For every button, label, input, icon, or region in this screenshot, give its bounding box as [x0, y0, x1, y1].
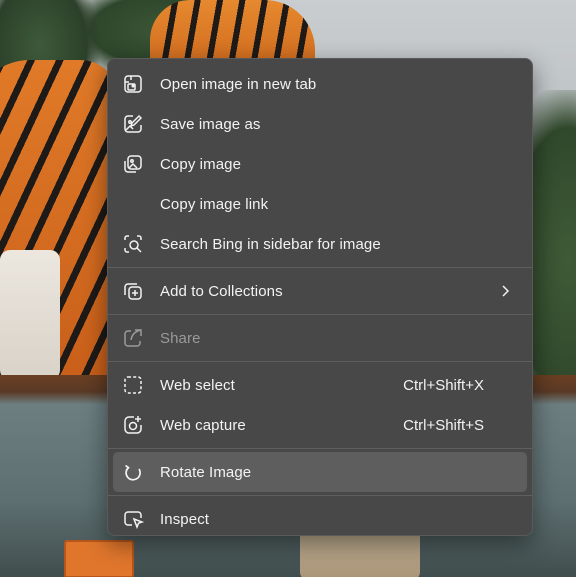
menu-item-rotate-image[interactable]: Rotate Image [113, 452, 527, 492]
context-menu: Open image in new tab Save image as Copy… [107, 58, 533, 536]
menu-separator [108, 495, 532, 496]
rotate-icon [121, 461, 145, 483]
keyboard-shortcut: Ctrl+Shift+X [403, 376, 484, 394]
menu-item-search-bing-sidebar[interactable]: Search Bing in sidebar for image [113, 224, 527, 264]
menu-item-label: Save image as [160, 115, 261, 133]
collections-icon [121, 280, 145, 302]
menu-item-label: Copy image [160, 155, 242, 173]
save-image-icon [121, 113, 145, 135]
menu-item-copy-image[interactable]: Copy image [113, 144, 527, 184]
menu-item-add-to-collections[interactable]: Add to Collections [113, 271, 527, 311]
visual-search-icon [121, 233, 145, 255]
inspect-icon [121, 508, 145, 530]
license-plate [64, 540, 134, 577]
web-capture-icon [121, 414, 145, 436]
share-icon [121, 327, 145, 349]
menu-item-label: Add to Collections [160, 282, 283, 300]
menu-separator [108, 361, 532, 362]
menu-separator [108, 267, 532, 268]
menu-item-label: Copy image link [160, 195, 269, 213]
web-select-icon [121, 374, 145, 396]
menu-item-label: Share [160, 329, 201, 347]
menu-item-copy-image-link[interactable]: Copy image link [113, 184, 527, 224]
tiger-statue-leg [0, 250, 60, 380]
menu-item-inspect[interactable]: Inspect [113, 499, 527, 539]
copy-image-icon [121, 153, 145, 175]
menu-item-label: Inspect [160, 510, 210, 528]
menu-item-open-image-new-tab[interactable]: Open image in new tab [113, 64, 527, 104]
menu-item-share[interactable]: Share [113, 318, 527, 358]
menu-item-label: Open image in new tab [160, 75, 317, 93]
menu-separator [108, 314, 532, 315]
menu-item-label: Rotate Image [160, 463, 252, 481]
menu-item-save-image-as[interactable]: Save image as [113, 104, 527, 144]
keyboard-shortcut: Ctrl+Shift+S [403, 416, 484, 434]
menu-item-web-select[interactable]: Web select Ctrl+Shift+X [113, 365, 527, 405]
open-in-new-tab-icon [121, 73, 145, 95]
menu-item-label: Web capture [160, 416, 246, 434]
menu-item-label: Search Bing in sidebar for image [160, 235, 381, 253]
menu-separator [108, 448, 532, 449]
menu-item-label: Web select [160, 376, 235, 394]
chevron-right-icon [497, 283, 513, 299]
menu-item-web-capture[interactable]: Web capture Ctrl+Shift+S [113, 405, 527, 445]
